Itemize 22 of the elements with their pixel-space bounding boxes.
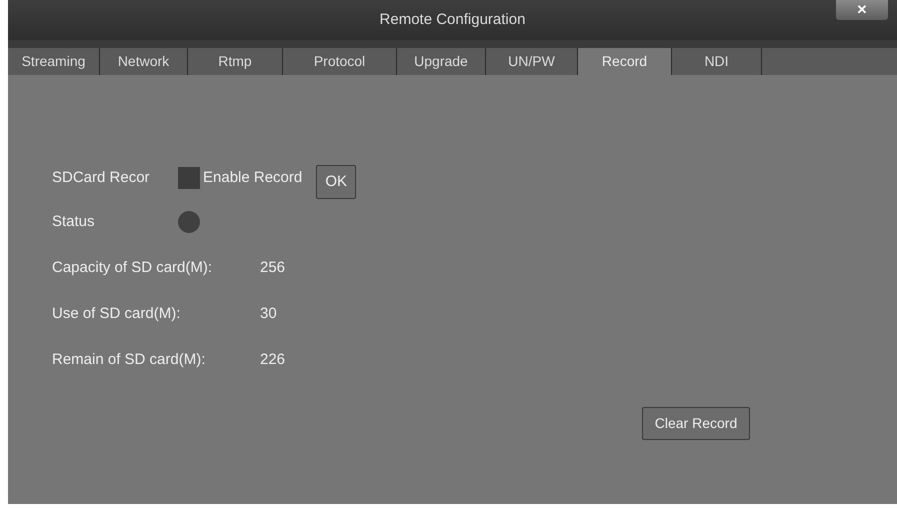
status-label: Status — [52, 212, 96, 232]
sdcard-label: SDCard Recor — [52, 168, 151, 188]
tab[interactable]: Network — [100, 48, 188, 75]
info-label: Remain of SD card(M): — [52, 350, 206, 370]
tab[interactable]: Streaming — [8, 48, 100, 75]
info-value: 30 — [260, 304, 277, 324]
info-label: Use of SD card(M): — [52, 304, 182, 324]
window-title: Remote Configuration — [380, 10, 526, 30]
tab[interactable]: Upgrade — [397, 48, 486, 75]
ok-button[interactable]: OK — [316, 165, 356, 199]
tab[interactable]: Record — [578, 48, 672, 75]
clear-record-button[interactable]: Clear Record — [642, 407, 750, 440]
enable-record-checkbox[interactable] — [178, 167, 200, 189]
tab[interactable]: UN/PW — [486, 48, 578, 75]
info-value: 226 — [260, 350, 286, 370]
info-value: 256 — [260, 258, 286, 278]
tab[interactable]: NDI — [672, 48, 762, 75]
checkbox-label: Enable Record — [203, 168, 302, 188]
tab[interactable]: Protocol — [283, 48, 397, 75]
close-button[interactable]: ✕ — [836, 0, 888, 20]
info-label: Capacity of SD card(M): — [52, 258, 214, 278]
tab[interactable]: Rtmp — [188, 48, 283, 75]
